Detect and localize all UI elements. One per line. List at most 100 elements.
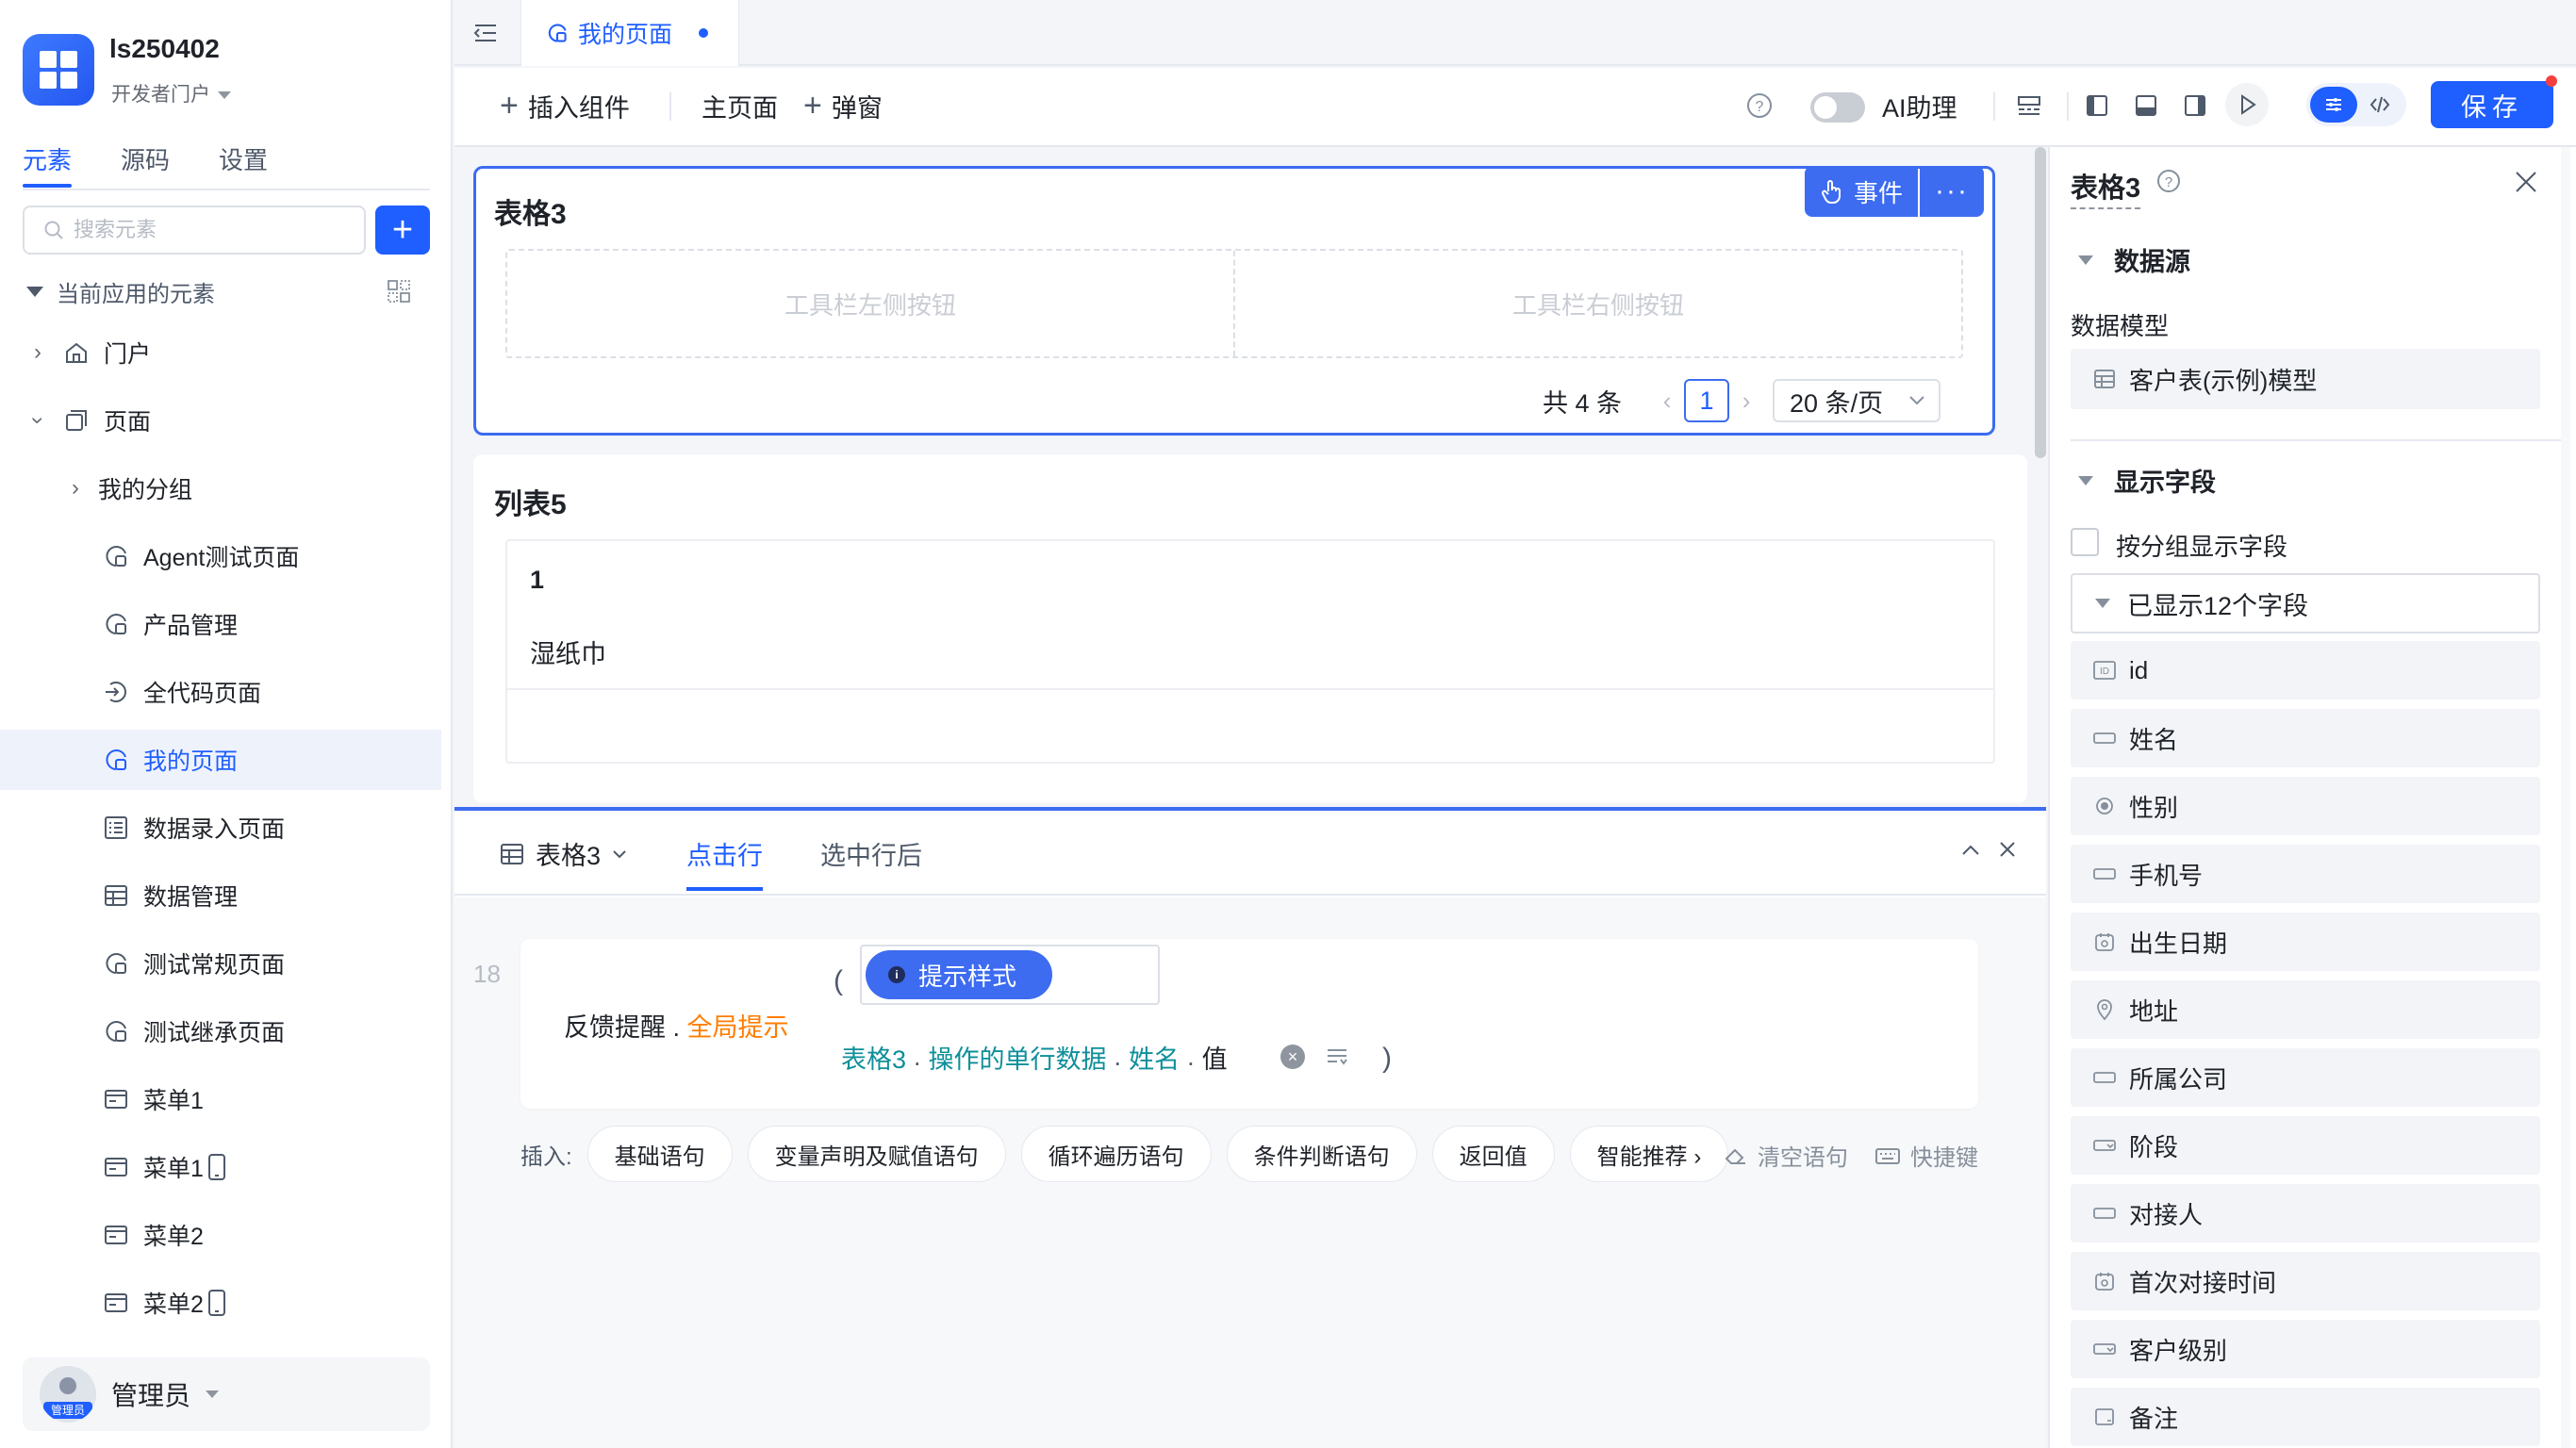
tab-source[interactable]: 源码 [121,141,170,188]
close-icon[interactable] [1997,839,2018,860]
page-icon [102,610,130,638]
insert-condition-button[interactable]: 条件判断语句 [1226,1126,1417,1182]
tree-item-my-group[interactable]: › 我的分组 [0,458,441,518]
field-item-customer-level[interactable]: 客户级别 [2071,1320,2540,1378]
caret-down-icon [2078,255,2093,265]
list-options-icon[interactable] [1324,1043,1350,1069]
page-size-select[interactable]: 20 条/页 [1773,379,1941,422]
expr-part: 操作的单行数据 [928,1045,1107,1074]
panel-bottom-icon[interactable] [2129,89,2163,123]
textarea-icon [2093,1406,2116,1428]
tree-item-fullcode[interactable]: 全代码页面 [0,662,441,722]
event-component-select[interactable]: 表格3 [500,835,627,872]
data-model-select[interactable]: 客户表(示例)模型 [2071,349,2540,409]
tree-item-pages[interactable]: › 页面 [0,390,441,451]
shown-fields-toggle[interactable]: 已显示12个字段 [2071,573,2540,634]
help-icon[interactable]: ? [1742,89,1776,123]
smart-recommend-button[interactable]: 智能推荐 › [1569,1126,1729,1182]
visual-mode-button[interactable] [2310,87,2357,123]
popup-button[interactable]: + 弹窗 [803,85,883,126]
field-item-gender[interactable]: 性别 [2071,777,2540,835]
left-toolbar-slot[interactable]: 工具栏左侧按钮 [507,251,1233,356]
tab-settings[interactable]: 设置 [219,141,268,188]
tree-item-menu1-mobile[interactable]: 菜单1 [0,1137,441,1197]
more-button[interactable]: ··· [1920,166,1984,217]
insert-loop-button[interactable]: 循环遍历语句 [1020,1126,1212,1182]
ai-toggle[interactable] [1810,92,1865,123]
tree-item-menu2-mobile[interactable]: 菜单2 [0,1273,441,1333]
insert-variable-button[interactable]: 变量声明及赋值语句 [747,1126,1006,1182]
add-element-button[interactable]: + [375,206,430,255]
insert-return-button[interactable]: 返回值 [1431,1126,1555,1182]
tree-item-product[interactable]: 产品管理 [0,594,441,654]
message-expression[interactable]: 表格3 . 操作的单行数据 . 姓名 . 值 [841,1039,1228,1076]
canvas-scrollbar[interactable] [2035,147,2046,458]
save-button[interactable]: 保存 [2431,81,2553,128]
tree-item-test-inherit[interactable]: 测试继承页面 [0,1001,441,1061]
tree-item-label: 菜单1 [143,1088,204,1114]
insert-basic-button[interactable]: 基础语句 [586,1126,733,1182]
field-item-address[interactable]: 地址 [2071,980,2540,1039]
tree-item-my-page[interactable]: 我的页面 [0,730,441,790]
field-item-remark[interactable]: 备注 [2071,1388,2540,1446]
field-item-phone[interactable]: 手机号 [2071,845,2540,903]
layout-icon[interactable] [387,279,411,304]
tree-item-agent-page[interactable]: Agent测试页面 [0,526,441,586]
hint-style-pill[interactable]: i 提示样式 [866,950,1052,999]
tree-item-test-normal[interactable]: 测试常规页面 [0,933,441,994]
chevron-right-icon: › [34,339,41,365]
tree-item-menu2[interactable]: 菜单2 [0,1205,441,1265]
page-icon [102,1017,130,1045]
layout-grid-icon[interactable] [2012,89,2046,123]
close-icon[interactable] [2514,170,2538,194]
preview-button[interactable] [2225,83,2269,126]
panel-left-icon[interactable] [2080,89,2114,123]
caret-down-icon [218,91,231,100]
tab-row-selected[interactable]: 选中行后 [820,835,922,891]
chevron-right-icon[interactable]: › [1729,387,1763,416]
section-datasource[interactable]: 数据源 [2078,241,2190,278]
tree-header[interactable]: 当前应用的元素 [26,275,215,308]
main-page-button[interactable]: 主页面 [702,85,778,126]
portal-dropdown[interactable]: 开发者门户 [111,79,231,107]
collapse-panel-icon[interactable] [1959,841,1982,860]
group-fields-checkbox[interactable] [2071,528,2099,556]
chevron-left-icon[interactable]: ‹ [1650,387,1684,416]
clear-statements-label: 清空语句 [1758,1145,1848,1171]
properties-scrollbar[interactable] [2561,147,2570,1448]
event-button[interactable]: 事件 [1805,166,1919,217]
shortcuts-label: 快捷键 [1910,1145,1978,1171]
tab-elements[interactable]: 元素 [23,141,73,188]
user-menu[interactable]: 管理员 管理员 [23,1358,430,1431]
field-item-company[interactable]: 所属公司 [2071,1048,2540,1107]
clear-statements-button[interactable]: 清空语句 [1724,1139,1848,1172]
right-toolbar-slot[interactable]: 工具栏右侧按钮 [1233,251,1961,356]
tree-item-label: 页面 [104,409,152,436]
section-fields[interactable]: 显示字段 [2078,462,2216,499]
tab-my-page[interactable]: 我的页面 [520,0,739,66]
tree-item-data-manage[interactable]: 数据管理 [0,865,441,926]
tree-item-portal[interactable]: › 门户 [0,322,441,383]
field-item-name[interactable]: 姓名 [2071,709,2540,767]
shortcuts-button[interactable]: 快捷键 [1874,1139,1978,1172]
field-item-id[interactable]: ID id [2071,641,2540,699]
insert-component-button[interactable]: + 插入组件 [500,85,630,126]
tab-row-click[interactable]: 点击行 [686,835,763,891]
select-icon [2093,1338,2116,1360]
tab-label: 我的页面 [578,22,673,48]
help-icon[interactable]: ? [2155,168,2182,194]
clear-expression-icon[interactable]: × [1280,1045,1305,1069]
search-input[interactable] [74,218,356,242]
field-item-contact[interactable]: 对接人 [2071,1184,2540,1242]
field-item-birthdate[interactable]: 出生日期 [2071,913,2540,971]
field-item-first-contact-time[interactable]: 首次对接时间 [2071,1252,2540,1310]
tree-item-menu1[interactable]: 菜单1 [0,1069,441,1129]
panel-right-icon[interactable] [2178,89,2212,123]
props-title[interactable]: 表格3 [2071,166,2141,209]
statement-method[interactable]: 全局提示 [687,1013,789,1042]
code-mode-button[interactable] [2357,87,2403,123]
pager-page-1[interactable]: 1 [1684,379,1730,422]
collapse-sidebar-icon[interactable] [471,19,500,47]
field-item-stage[interactable]: 阶段 [2071,1116,2540,1175]
tree-item-data-entry[interactable]: 数据录入页面 [0,798,441,858]
